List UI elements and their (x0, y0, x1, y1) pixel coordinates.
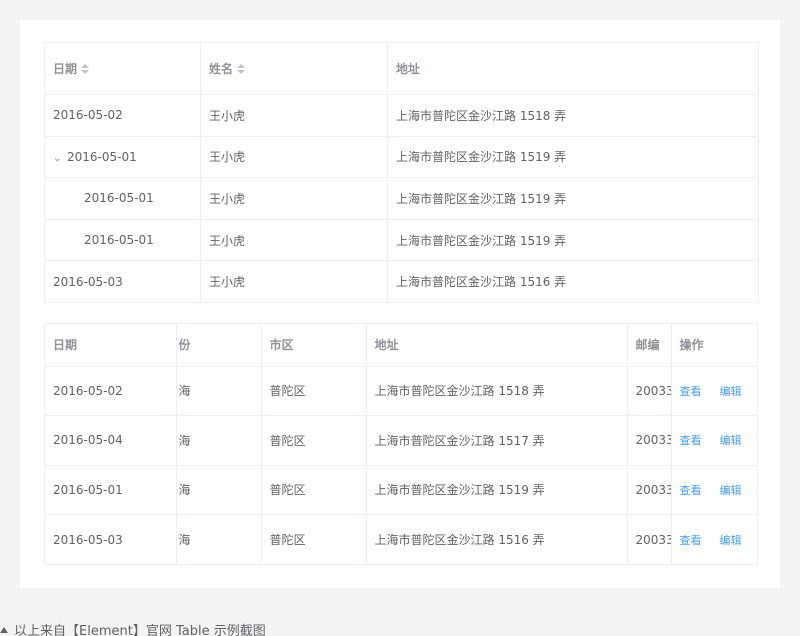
view-link[interactable]: 查看 (680, 534, 702, 547)
date-cell: 2016-05-02 (45, 366, 177, 416)
zip-cell: 200333 (627, 465, 672, 515)
date-cell: 2016-05-03 (45, 514, 177, 564)
ops-cell: 查看 编辑 (671, 366, 757, 416)
table-row-child: 2016-05-01 王小虎 上海市普陀区金沙江路 1519 弄 (44, 177, 759, 220)
address-cell: 上海市普陀区金沙江路 1516 弄 (396, 275, 567, 290)
table-row: 2016-05-02 海 普陀区 上海市普陀区金沙江路 1518 弄 20033… (45, 366, 757, 416)
address-cell: 上海市普陀区金沙江路 1516 弄 (366, 514, 628, 564)
address-cell: 上海市普陀区金沙江路 1519 弄 (387, 177, 759, 220)
image-caption: 以上来自【Element】官网 Table 示例截图 (0, 620, 266, 636)
address-cell: 上海市普陀区金沙江路 1518 弄 (366, 366, 628, 416)
fixed-table-grid: 日期 份 市区 地址 邮编 操作 2016-05-02 海 普陀区 上海市普陀区… (45, 324, 757, 565)
view-link[interactable]: 查看 (680, 385, 702, 398)
edit-link[interactable]: 编辑 (720, 385, 742, 398)
date-header-label: 日期 (53, 62, 78, 76)
name-cell: 王小虎 (200, 136, 388, 179)
city-column-header: 市区 (261, 324, 367, 367)
caption-text: 以上来自【Element】官网 Table 示例截图 (14, 624, 266, 636)
fixed-column-table[interactable]: 日期 份 市区 地址 邮编 操作 2016-05-02 海 普陀区 上海市普陀区… (44, 323, 758, 565)
date-cell: 2016-05-01 (44, 219, 201, 262)
city-cell: 普陀区 (261, 514, 367, 564)
triangle-up-icon (0, 627, 8, 633)
name-column-header[interactable]: 姓名 (200, 42, 388, 95)
province-column-header: 份 (176, 324, 262, 367)
name-cell: 王小虎 (200, 94, 388, 137)
edit-link[interactable]: 编辑 (720, 534, 742, 547)
table-row-child: 2016-05-01 王小虎 上海市普陀区金沙江路 1519 弄 (44, 219, 759, 262)
province-cell: 海 (176, 366, 262, 416)
table-row-expanded: ⌄ 2016-05-01 王小虎 上海市普陀区金沙江路 1519 弄 (44, 136, 759, 179)
zip-cell: 200333 (627, 514, 672, 564)
view-link[interactable]: 查看 (680, 484, 702, 497)
name-cell: 王小虎 (200, 177, 388, 220)
tree-table-header-row: 日期 姓名 地址 (44, 42, 759, 95)
date-cell: 2016-05-03 (44, 260, 201, 303)
ops-column-header: 操作 (671, 324, 757, 367)
demo-card: 日期 姓名 地址 2016-05-02 王小虎 上海市普陀区金沙江路 1518 … (20, 20, 780, 588)
city-cell: 普陀区 (261, 415, 367, 466)
date-cell: 2016-05-02 (44, 94, 201, 137)
table-row: 2016-05-04 海 普陀区 上海市普陀区金沙江路 1517 弄 20033… (45, 415, 757, 466)
view-link[interactable]: 查看 (680, 434, 702, 447)
sort-caret-icon[interactable] (237, 64, 246, 74)
chevron-down-icon[interactable]: ⌄ (53, 153, 63, 164)
date-text: 2016-05-01 (67, 149, 137, 164)
fixed-table-header-row: 日期 份 市区 地址 邮编 操作 (45, 324, 757, 367)
province-cell: 海 (176, 465, 262, 515)
tree-table: 日期 姓名 地址 2016-05-02 王小虎 上海市普陀区金沙江路 1518 … (44, 42, 759, 303)
zip-cell: 200333 (627, 415, 672, 466)
table-row: 2016-05-01 海 普陀区 上海市普陀区金沙江路 1519 弄 20033… (45, 465, 757, 515)
name-cell: 王小虎 (200, 219, 388, 262)
zip-column-header: 邮编 (627, 324, 672, 367)
edit-link[interactable]: 编辑 (720, 484, 742, 497)
address-column-header: 地址 (366, 324, 628, 367)
table-row: 2016-05-03 王小虎 上海市普陀区金沙江路 1516 弄 (44, 260, 759, 303)
name-cell: 王小虎 (200, 260, 388, 303)
address-cell: 上海市普陀区金沙江路 1519 弄 (387, 219, 759, 262)
address-cell: 上海市普陀区金沙江路 1519 弄 (366, 465, 628, 515)
edit-link[interactable]: 编辑 (720, 434, 742, 447)
ops-cell: 查看 编辑 (671, 415, 757, 466)
date-column-header: 日期 (45, 324, 177, 367)
province-cell: 海 (176, 415, 262, 466)
ops-cell: 查看 编辑 (671, 465, 757, 515)
date-cell: 2016-05-04 (45, 415, 177, 466)
table-row: 2016-05-02 王小虎 上海市普陀区金沙江路 1518 弄 (44, 94, 759, 137)
table-row: 2016-05-03 海 普陀区 上海市普陀区金沙江路 1516 弄 20033… (45, 514, 757, 565)
date-cell: 2016-05-01 (44, 177, 201, 220)
province-cell: 海 (176, 514, 262, 564)
city-cell: 普陀区 (261, 465, 367, 515)
zip-cell: 200333 (627, 366, 672, 416)
city-cell: 普陀区 (261, 366, 367, 416)
ops-cell: 查看 编辑 (671, 515, 757, 565)
address-cell: 上海市普陀区金沙江路 1517 弄 (366, 415, 628, 466)
address-cell: 上海市普陀区金沙江路 1519 弄 (387, 136, 759, 179)
date-cell: 2016-05-01 (45, 465, 177, 515)
address-cell: 上海市普陀区金沙江路 1518 弄 (387, 94, 759, 137)
date-cell: ⌄ 2016-05-01 (44, 136, 201, 179)
date-column-header[interactable]: 日期 (44, 42, 201, 95)
name-header-label: 姓名 (209, 62, 234, 76)
address-column-header: 地址 (387, 42, 759, 95)
sort-caret-icon[interactable] (81, 64, 90, 74)
